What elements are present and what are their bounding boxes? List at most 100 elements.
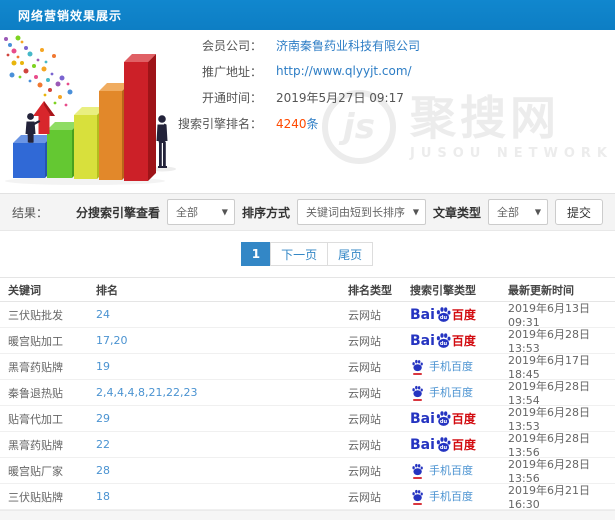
last-page-button[interactable]: 尾页 (327, 242, 373, 266)
baidu-logo: Baidu百度 (410, 436, 476, 453)
rank-value: 28 (96, 464, 110, 477)
footer-strip (0, 510, 615, 520)
pagination-area: 1 下一页 尾页 (0, 231, 615, 277)
results-table: 关键词 排名 排名类型 搜索引擎类型 最新更新时间 三伏贴批发24云网站Baid… (0, 277, 615, 510)
article-type-label: 文章类型 (433, 204, 481, 221)
engine-cell: 手机百度 (410, 489, 508, 505)
mobile-baidu-logo: 手机百度 (410, 385, 473, 401)
updated-cell: 2019年6月28日 13:56 (508, 456, 615, 485)
baidu-paw-icon (411, 359, 424, 372)
pagination: 1 下一页 尾页 (242, 242, 373, 266)
engine-filter-label: 分搜索引擎查看 (76, 204, 160, 221)
header-rank: 排名 (96, 282, 348, 298)
page-number-current[interactable]: 1 (241, 242, 271, 266)
keyword-cell: 秦鲁退热贴 (8, 385, 96, 401)
company-label: 会员公司： (172, 37, 262, 54)
table-row: 暖宫贴厂家28 云网站手机百度 2019年6月28日 13:56 (0, 458, 615, 484)
rank-value: 29 (96, 412, 110, 425)
engine-cell: Baidu百度 (410, 436, 508, 453)
open-time-value: 2019年5月27日 09:17 (276, 89, 404, 106)
updated-cell: 2019年6月28日 13:56 (508, 430, 615, 459)
keyword-cell: 三伏贴贴牌 (8, 489, 96, 505)
rank-cell: 18 (96, 490, 348, 503)
red-underline (413, 503, 422, 505)
info-row-rank-count: 搜索引擎排名： 4240条 (172, 116, 420, 130)
article-type-value: 全部 (497, 204, 519, 220)
rank-value: 24 (96, 308, 110, 321)
rank-cell: 22 (96, 438, 348, 451)
hero-section: 会员公司： 济南秦鲁药业科技有限公司 推广地址： http://www.qlyy… (0, 30, 615, 193)
open-time-label: 开通时间： (172, 89, 262, 106)
rank-count-label: 搜索引擎排名： (172, 115, 262, 132)
rank-value: 22 (96, 438, 110, 451)
page-title: 网络营销效果展示 (18, 7, 122, 24)
promotion-url-link[interactable]: http://www.qlyyjt.com/ (276, 64, 412, 78)
sort-select[interactable]: 关键词由短到长排序 ▼ (297, 199, 426, 225)
header-engine-type: 搜索引擎类型 (410, 282, 508, 298)
submit-button[interactable]: 提交 (555, 199, 603, 225)
next-page-button[interactable]: 下一页 (270, 242, 328, 266)
account-info: 会员公司： 济南秦鲁药业科技有限公司 推广地址： http://www.qlyy… (172, 38, 420, 142)
rank-type-cell: 云网站 (348, 489, 410, 505)
table-row: 暖宫贴加工17,20云网站Baidu百度2019年6月28日 13:53 (0, 328, 615, 354)
updated-cell: 2019年6月28日 13:53 (508, 404, 615, 433)
engine-cell: 手机百度 (410, 463, 508, 479)
article-type-select[interactable]: 全部 ▼ (488, 199, 548, 225)
rank-type-cell: 云网站 (348, 411, 410, 427)
table-row: 秦鲁退热贴2,4,4,4,8,21,22,23云网站手机百度 2019年6月28日… (0, 380, 615, 406)
updated-cell: 2019年6月17日 18:45 (508, 352, 615, 381)
baidu-paw-icon: du (435, 306, 452, 323)
engine-filter-value: 全部 (176, 204, 198, 220)
baidu-paw-icon: du (435, 332, 452, 349)
keyword-cell: 贴膏代加工 (8, 411, 96, 427)
red-underline (413, 477, 422, 479)
top-bar: 网络营销效果展示 (0, 0, 615, 30)
mobile-baidu-logo: 手机百度 (410, 489, 473, 505)
rank-cell: 24 (96, 308, 348, 321)
sort-value: 关键词由短到长排序 (306, 204, 405, 220)
result-label: 结果： (12, 204, 48, 221)
rank-cell: 29 (96, 412, 348, 425)
rank-count-unit: 条 (307, 117, 319, 131)
mobile-baidu-logo: 手机百度 (410, 359, 473, 375)
baidu-paw-icon: du (435, 436, 452, 453)
rank-value: 17,20 (96, 334, 128, 347)
growth-chart-illustration (0, 33, 186, 189)
rank-cell: 19 (96, 360, 348, 373)
rank-type-cell: 云网站 (348, 385, 410, 401)
rank-type-cell: 云网站 (348, 463, 410, 479)
svg-text:du: du (440, 419, 448, 425)
url-label: 推广地址： (172, 63, 262, 80)
mobile-baidu-logo: 手机百度 (410, 463, 473, 479)
svg-text:du: du (440, 445, 448, 451)
rank-type-cell: 云网站 (348, 437, 410, 453)
page: 网络营销效果展示 (0, 0, 615, 520)
confetti-dots (4, 36, 73, 107)
header-keyword: 关键词 (8, 282, 96, 298)
rank-count-value: 4240 (276, 117, 307, 131)
watermark-subtitle: JUSOU NETWORK (410, 146, 613, 161)
rank-cell: 28 (96, 464, 348, 477)
baidu-paw-icon: du (435, 410, 452, 427)
table-header-row: 关键词 排名 排名类型 搜索引擎类型 最新更新时间 (0, 278, 615, 302)
keyword-cell: 暖宫贴加工 (8, 333, 96, 349)
keyword-cell: 黑膏药贴牌 (8, 359, 96, 375)
table-row: 三伏贴批发24云网站Baidu百度2019年6月13日 09:31 (0, 302, 615, 328)
updated-cell: 2019年6月28日 13:54 (508, 378, 615, 407)
engine-cell: Baidu百度 (410, 306, 508, 323)
table-row: 三伏贴贴牌18云网站手机百度2019年6月21日 16:30 (0, 484, 615, 510)
company-value[interactable]: 济南秦鲁药业科技有限公司 (276, 37, 420, 54)
person-thinking-icon (157, 115, 168, 168)
keyword-cell: 三伏贴批发 (8, 307, 96, 323)
baidu-logo: Baidu百度 (410, 410, 476, 427)
chevron-down-icon: ▼ (413, 208, 419, 217)
engine-filter-select[interactable]: 全部 ▼ (167, 199, 235, 225)
rank-cell: 17,20 (96, 334, 348, 347)
header-rank-type: 排名类型 (348, 282, 410, 298)
rank-cell: 2,4,4,4,8,21,22,23 (96, 386, 348, 399)
info-row-open-time: 开通时间： 2019年5月27日 09:17 (172, 90, 420, 104)
chevron-down-icon: ▼ (222, 208, 228, 217)
keyword-cell: 暖宫贴厂家 (8, 463, 96, 479)
baidu-paw-icon (411, 463, 424, 476)
engine-cell: 手机百度 (410, 359, 508, 375)
